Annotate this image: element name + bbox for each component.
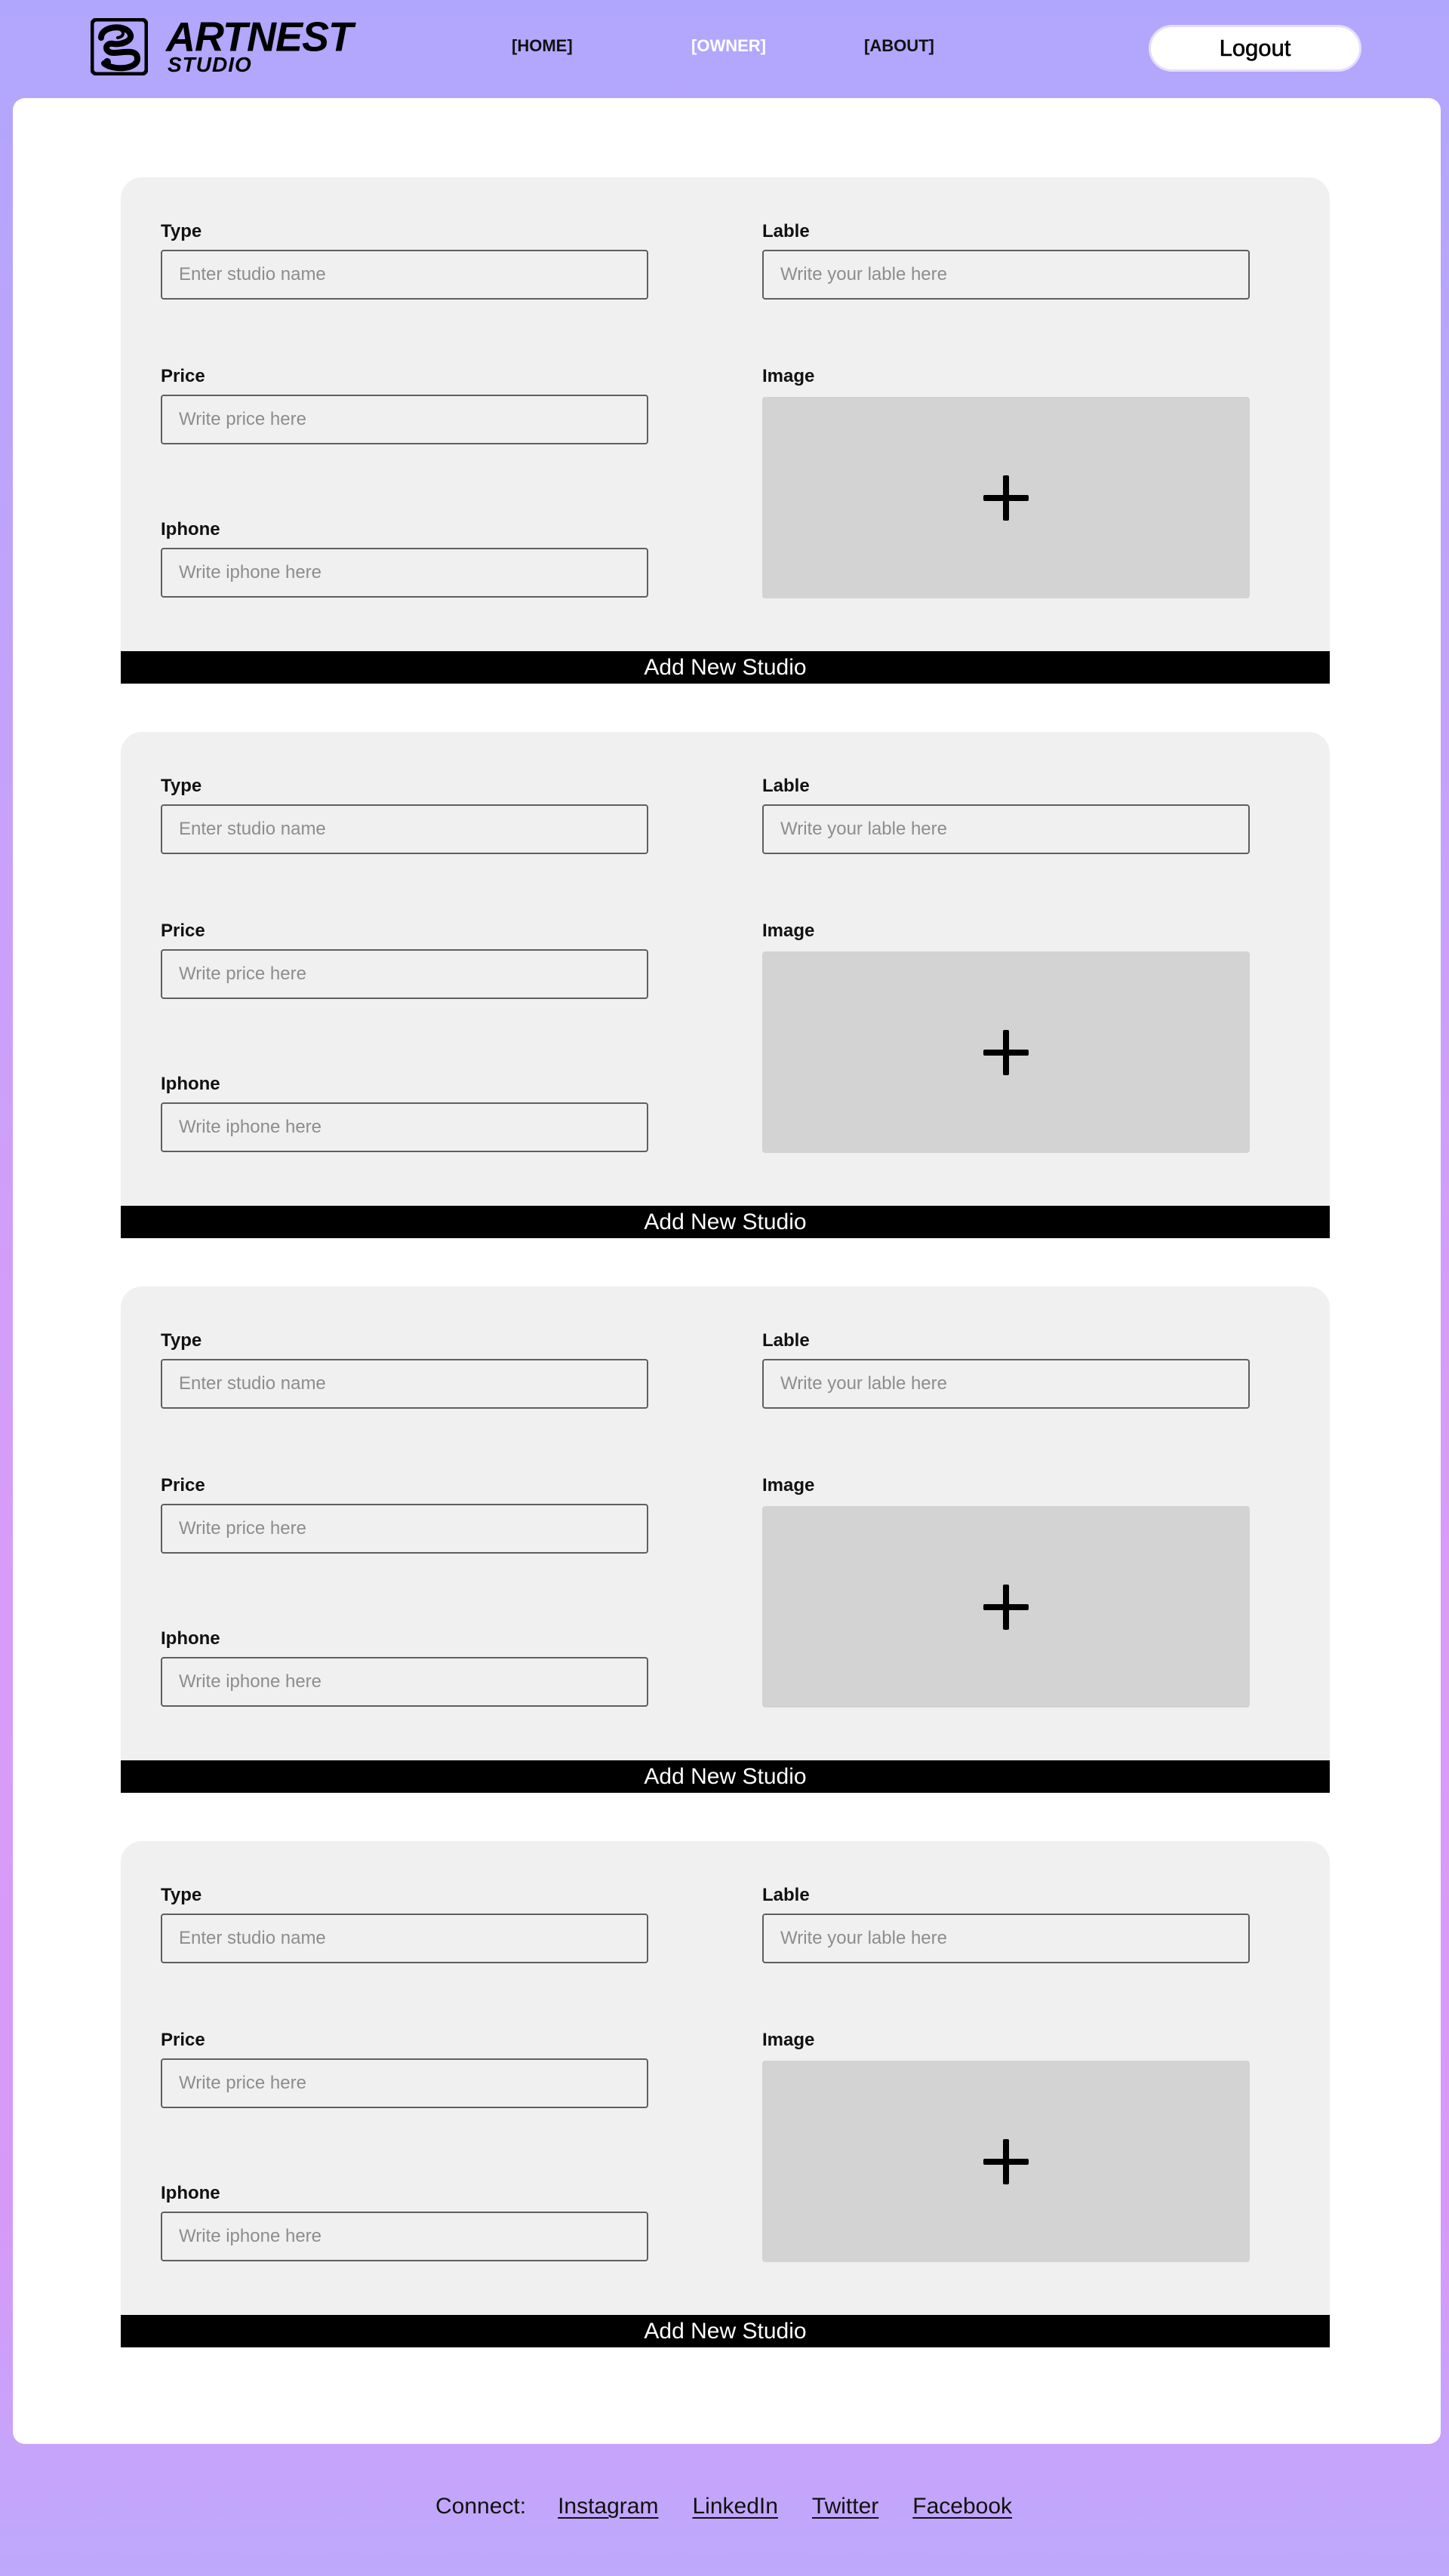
- price-label: Price: [161, 366, 205, 386]
- brand-title: ARTNEST: [166, 14, 353, 60]
- studio-form-card: Type Lable Price Image Iphone Add New St…: [121, 1841, 1330, 2347]
- type-label: Type: [161, 1885, 202, 1905]
- site-header: ARTNEST STUDIO [HOME] [OWNER] [ABOUT] Lo…: [0, 0, 1449, 97]
- lable-label: Lable: [762, 1330, 810, 1351]
- iphone-label: Iphone: [161, 519, 220, 539]
- image-upload-dropzone[interactable]: [762, 2061, 1250, 2262]
- type-input[interactable]: [161, 250, 648, 300]
- add-new-studio-button[interactable]: Add New Studio: [121, 1760, 1330, 1793]
- lable-input[interactable]: [762, 1359, 1250, 1409]
- add-new-studio-button[interactable]: Add New Studio: [121, 651, 1330, 684]
- nav-owner-link[interactable]: [OWNER]: [691, 36, 766, 56]
- brand-logo[interactable]: ARTNEST STUDIO: [91, 14, 362, 77]
- studio-form-card: Type Lable Price Image Iphone Add New St…: [121, 732, 1330, 1238]
- nav-home-link[interactable]: [HOME]: [512, 36, 573, 56]
- image-label: Image: [762, 921, 815, 941]
- plus-icon: [983, 2138, 1029, 2184]
- type-label: Type: [161, 221, 202, 241]
- plus-icon: [983, 1584, 1029, 1630]
- brand-subtitle: STUDIO: [168, 53, 252, 76]
- price-input[interactable]: [161, 2058, 648, 2108]
- image-label: Image: [762, 2030, 815, 2050]
- price-input[interactable]: [161, 949, 648, 999]
- lable-label: Lable: [762, 221, 810, 241]
- type-input[interactable]: [161, 1914, 648, 1963]
- studio-form-card: Type Lable Price Image Iphone Add New St…: [121, 1286, 1330, 1793]
- type-input[interactable]: [161, 1359, 648, 1409]
- price-label: Price: [161, 921, 205, 941]
- plus-icon: [983, 475, 1029, 521]
- add-new-studio-button[interactable]: Add New Studio: [121, 1206, 1330, 1238]
- price-input[interactable]: [161, 395, 648, 444]
- footer-social-links: Connect: Instagram LinkedIn Twitter Face…: [435, 2490, 1046, 2523]
- main-panel: Type Lable Price Image Iphone Add New St…: [13, 98, 1441, 2444]
- lable-input[interactable]: [762, 250, 1250, 300]
- plus-icon: [983, 1029, 1029, 1075]
- image-upload-dropzone[interactable]: [762, 397, 1250, 598]
- instagram-link[interactable]: Instagram: [558, 2490, 658, 2523]
- image-upload-dropzone[interactable]: [762, 1506, 1250, 1708]
- type-label: Type: [161, 1330, 202, 1351]
- facebook-link[interactable]: Facebook: [912, 2490, 1012, 2523]
- site-footer: Connect: Instagram LinkedIn Twitter Face…: [0, 2490, 1449, 2523]
- twitter-link[interactable]: Twitter: [812, 2490, 878, 2523]
- price-label: Price: [161, 2030, 205, 2050]
- linkedin-link[interactable]: LinkedIn: [692, 2490, 777, 2523]
- add-new-studio-button[interactable]: Add New Studio: [121, 2315, 1330, 2347]
- price-label: Price: [161, 1475, 205, 1495]
- type-input[interactable]: [161, 804, 648, 854]
- iphone-input[interactable]: [161, 1657, 648, 1707]
- artnest-logo-icon: [91, 18, 148, 75]
- lable-label: Lable: [762, 776, 810, 796]
- nav-about-link[interactable]: [ABOUT]: [864, 36, 934, 56]
- iphone-input[interactable]: [161, 548, 648, 598]
- logout-button[interactable]: Logout: [1149, 25, 1361, 72]
- type-label: Type: [161, 776, 202, 796]
- footer-connect-label: Connect:: [435, 2494, 527, 2519]
- iphone-input[interactable]: [161, 1102, 648, 1152]
- price-input[interactable]: [161, 1504, 648, 1554]
- image-label: Image: [762, 1475, 815, 1495]
- lable-input[interactable]: [762, 804, 1250, 854]
- iphone-label: Iphone: [161, 1074, 220, 1094]
- image-label: Image: [762, 366, 815, 386]
- lable-label: Lable: [762, 1885, 810, 1905]
- iphone-label: Iphone: [161, 2183, 220, 2203]
- studio-form-card: Type Lable Price Image Iphone Add New St…: [121, 177, 1330, 684]
- image-upload-dropzone[interactable]: [762, 951, 1250, 1153]
- iphone-input[interactable]: [161, 2212, 648, 2261]
- lable-input[interactable]: [762, 1914, 1250, 1963]
- iphone-label: Iphone: [161, 1628, 220, 1649]
